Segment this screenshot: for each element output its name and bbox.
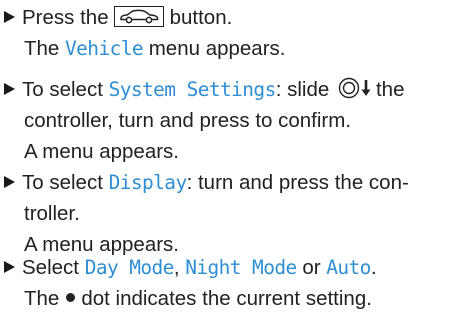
result-text: menu appears. [148, 37, 286, 60]
instruction-page: Press the button. The Vehicle menu appear… [0, 0, 468, 314]
result-text: The [24, 287, 60, 310]
step-text: the [375, 78, 405, 101]
result-text: dot indicates the current setting. [81, 287, 372, 310]
controller-slide-down-icon [338, 77, 374, 108]
bullet-triangle-icon [4, 11, 15, 23]
bullet-triangle-icon [4, 176, 15, 188]
step-text: To select [22, 171, 103, 194]
step-text: : slide [275, 78, 330, 101]
bullet-triangle-icon [4, 83, 15, 95]
result-text: The [24, 37, 60, 60]
step-3: To select Display: turn and press the co… [4, 167, 466, 260]
step-text: Select [22, 256, 79, 279]
step-2: To select System Settings: slide the con… [4, 74, 466, 167]
vehicle-button-icon [113, 6, 164, 27]
step-1-result: The Vehicle menu appears. [4, 33, 466, 64]
step-text: . [370, 256, 377, 279]
option-day-mode: Day Mode [84, 256, 175, 279]
step-2-result: A menu appears. [24, 140, 179, 163]
step-2-line-1: To select System Settings: slide the [4, 74, 466, 105]
step-text: , [173, 256, 180, 279]
step-text: or [302, 256, 321, 279]
step-1-line: Press the button. [4, 2, 466, 33]
step-3-line-2: troller. [24, 202, 80, 225]
step-text: To select [22, 78, 103, 101]
step-text: : turn and press the con- [186, 171, 409, 194]
bullet-triangle-icon [4, 261, 15, 273]
step-4-line-1: Select Day Mode, Night Mode or Auto. [4, 252, 466, 283]
step-text: Press the [22, 6, 109, 29]
step-text: button. [169, 6, 233, 29]
step-2-line-2: controller, turn and press to confirm. [24, 109, 352, 132]
step-3-line-1: To select Display: turn and press the co… [4, 167, 466, 198]
step-4-result: The dot indicates the current setting. [4, 283, 466, 314]
step-4: Select Day Mode, Night Mode or Auto. The… [4, 252, 466, 314]
menu-name-vehicle: Vehicle [65, 37, 144, 60]
selection-dot-icon [66, 293, 76, 302]
step-1: Press the button. The Vehicle menu appear… [4, 2, 466, 64]
menu-name-system-settings: System Settings [108, 78, 277, 101]
option-auto: Auto [326, 256, 371, 279]
menu-name-display: Display [108, 171, 188, 194]
option-night-mode: Night Mode [185, 256, 297, 279]
